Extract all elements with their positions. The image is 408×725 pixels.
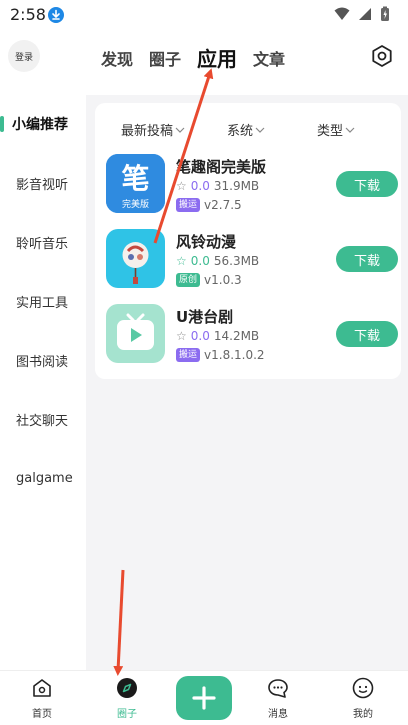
nav-label: 圈子: [117, 709, 137, 720]
app-size: 31.9MB: [213, 179, 260, 193]
settings-icon[interactable]: [370, 44, 394, 68]
app-version: v1.0.3: [204, 273, 242, 287]
nav-label: 首页: [32, 709, 52, 720]
nav-label: 我的: [353, 709, 373, 720]
chevron-down-icon: [175, 127, 185, 133]
tab-circle[interactable]: 圈子: [149, 48, 181, 72]
source-badge: 搬运: [176, 348, 201, 362]
status-bar: 2:58: [0, 0, 408, 30]
category-sidebar: 小编推荐 影音视听 聆听音乐 实用工具 图书阅读 社交聊天 galgame: [0, 95, 86, 670]
app-name: 笔趣阁完美版: [176, 158, 267, 176]
nav-label: 消息: [268, 709, 288, 720]
source-badge: 搬运: [176, 198, 201, 212]
app-version-row: 搬运 v1.8.1.0.2: [176, 348, 265, 362]
status-icons: [334, 6, 390, 22]
app-meta: ☆ 0.0 56.3MB: [176, 254, 259, 268]
home-icon: [33, 679, 51, 697]
app-name: U港台剧: [176, 308, 234, 326]
list-item[interactable]: 笔 完美版 笔趣阁完美版 ☆ 0.0 31.9MB 搬运 v2.7.5 下载: [106, 154, 398, 218]
filter-system[interactable]: 系统: [227, 120, 265, 139]
app-size: 56.3MB: [213, 254, 260, 268]
app-size: 14.2MB: [213, 329, 260, 343]
nav-profile[interactable]: 我的: [333, 677, 393, 720]
filter-type-label: 类型: [317, 124, 344, 139]
filter-sort[interactable]: 最新投稿: [121, 120, 185, 139]
app-rating: 0.0: [190, 179, 210, 193]
sidebar-item-galgame[interactable]: galgame: [0, 463, 86, 493]
app-icon-fengling: [106, 229, 165, 288]
app-version-row: 搬运 v2.7.5: [176, 198, 242, 212]
sidebar-item-reading[interactable]: 图书阅读: [0, 345, 86, 375]
star-icon: ☆: [176, 179, 187, 193]
tab-apps[interactable]: 应用: [197, 46, 237, 72]
profile-icon: [352, 677, 374, 699]
app-meta: ☆ 0.0 31.9MB: [176, 179, 259, 193]
app-icon-text: 笔: [121, 162, 149, 195]
app-icon-biquge: 笔 完美版: [106, 154, 165, 213]
nav-circle[interactable]: 圈子: [97, 677, 157, 720]
sidebar-item-tools[interactable]: 实用工具: [0, 286, 86, 316]
compass-icon: [117, 678, 137, 698]
nav-home[interactable]: 首页: [12, 677, 72, 720]
signal-icon: [359, 8, 371, 20]
app-version: v1.8.1.0.2: [204, 348, 265, 362]
list-item[interactable]: 风铃动漫 ☆ 0.0 56.3MB 原创 v1.0.3 下载: [106, 229, 398, 293]
status-time: 2:58: [10, 5, 46, 24]
star-icon: ☆: [176, 329, 187, 343]
filter-type[interactable]: 类型: [317, 120, 355, 139]
nav-messages[interactable]: 消息: [248, 677, 308, 720]
app-rating: 0.0: [190, 329, 210, 343]
plus-icon: [192, 686, 216, 710]
login-button[interactable]: 登录: [8, 40, 40, 72]
sidebar-item-social[interactable]: 社交聊天: [0, 404, 86, 434]
sidebar-item-editor-picks[interactable]: 小编推荐: [0, 109, 86, 139]
chevron-down-icon: [255, 127, 265, 133]
chat-icon: [268, 679, 288, 698]
list-item[interactable]: U港台剧 ☆ 0.0 14.2MB 搬运 v1.8.1.0.2 下载: [106, 304, 398, 368]
add-button[interactable]: [176, 676, 232, 720]
star-icon: ☆: [176, 254, 187, 268]
tab-articles[interactable]: 文章: [253, 48, 285, 72]
filter-bar: 最新投稿 系统 类型: [95, 115, 401, 145]
filter-sort-label: 最新投稿: [121, 124, 174, 139]
app-name: 风铃动漫: [176, 233, 237, 251]
app-icon-subtext: 完美版: [122, 198, 149, 210]
app-meta: ☆ 0.0 14.2MB: [176, 329, 259, 343]
chevron-down-icon: [345, 127, 355, 133]
wifi-icon: [334, 7, 350, 20]
app-icon-ugangtaiju: [106, 304, 165, 363]
sidebar-item-music[interactable]: 聆听音乐: [0, 227, 86, 257]
app-version-row: 原创 v1.0.3: [176, 273, 242, 287]
source-badge: 原创: [176, 273, 201, 287]
sidebar-item-video[interactable]: 影音视听: [0, 168, 86, 198]
app-version: v2.7.5: [204, 198, 242, 212]
top-tabs: 发现 圈子 应用 文章: [101, 44, 285, 72]
filter-system-label: 系统: [227, 124, 254, 139]
app-rating: 0.0: [190, 254, 210, 268]
download-button[interactable]: 下载: [336, 171, 398, 197]
download-button[interactable]: 下载: [336, 321, 398, 347]
download-notification-icon: [48, 7, 64, 23]
download-button[interactable]: 下载: [336, 246, 398, 272]
battery-icon: [381, 6, 389, 21]
tab-discover[interactable]: 发现: [101, 48, 133, 72]
